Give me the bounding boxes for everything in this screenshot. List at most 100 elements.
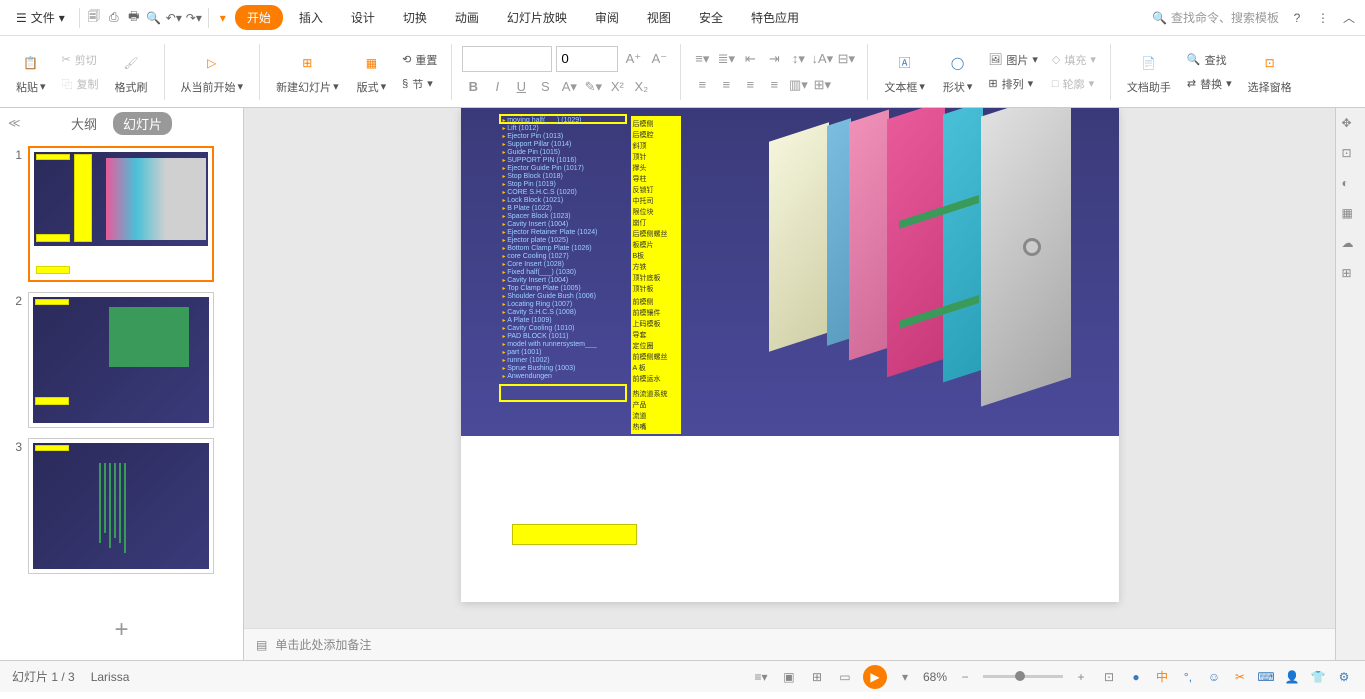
tab-transition[interactable]: 切换 — [391, 5, 439, 30]
align-right-button[interactable]: ≡ — [739, 74, 761, 96]
doc-helper-icon[interactable]: 📄 — [1135, 49, 1163, 77]
shirt-icon[interactable]: 👕 — [1309, 668, 1327, 686]
tab-security[interactable]: 安全 — [687, 5, 735, 30]
notes-view-icon[interactable]: ≡▾ — [751, 667, 771, 687]
tab-design[interactable]: 设计 — [339, 5, 387, 30]
keyboard-icon[interactable]: ⌨ — [1257, 668, 1275, 686]
zoom-in-button[interactable]: + — [1071, 667, 1091, 687]
sidebar-animation-icon[interactable]: ◐ — [1342, 176, 1360, 194]
shape-icon[interactable]: ◯ — [944, 49, 972, 77]
bold-button[interactable]: B — [462, 76, 484, 98]
section-button[interactable]: § 节 ▾ — [398, 74, 441, 94]
increase-font-icon[interactable]: A⁺ — [622, 48, 644, 70]
tab-insert[interactable]: 插入 — [287, 5, 335, 30]
underline-button[interactable]: U — [510, 76, 532, 98]
slideshow-dropdown[interactable]: ▾ — [895, 667, 915, 687]
reset-button[interactable]: ⟲ 重置 — [398, 50, 441, 70]
slideshow-button[interactable]: ▶ — [863, 665, 887, 689]
play-from-current-icon[interactable]: ▷ — [198, 49, 226, 77]
select-pane-icon[interactable]: ⊡ — [1256, 49, 1284, 77]
replace-button[interactable]: ⇄ 替换 ▾ — [1183, 74, 1236, 94]
line-spacing-button[interactable]: ↕▾ — [787, 48, 809, 70]
emoji-icon[interactable]: ☺ — [1205, 668, 1223, 686]
undo-icon[interactable]: ↶▾ — [166, 10, 182, 26]
sidebar-backup-icon[interactable]: ☁ — [1342, 236, 1360, 254]
cut-button[interactable]: ✂ 剪切 — [58, 50, 103, 70]
convert-smartart-button[interactable]: ⊞▾ — [811, 74, 833, 96]
zoom-out-button[interactable]: − — [955, 667, 975, 687]
outline-tab[interactable]: 大纲 — [71, 114, 97, 133]
sorter-view-icon[interactable]: ⊞ — [807, 667, 827, 687]
zoom-thumb[interactable] — [1015, 671, 1025, 681]
new-slide-label[interactable]: 新建幻灯片 ▾ — [276, 79, 339, 95]
save-icon[interactable]: 🗐 — [86, 10, 102, 26]
align-center-button[interactable]: ≡ — [715, 74, 737, 96]
find-button[interactable]: 🔍 查找 — [1183, 50, 1236, 70]
app-menu[interactable]: ☰ 文件 ▾ — [8, 5, 73, 30]
sidebar-template-icon[interactable]: ⊞ — [1342, 266, 1360, 284]
layout-icon[interactable]: ▦ — [357, 49, 385, 77]
numbering-button[interactable]: ≣▾ — [715, 48, 737, 70]
more-menu-icon[interactable]: ⋮ — [1315, 10, 1331, 26]
layout-label[interactable]: 版式 ▾ — [357, 79, 387, 95]
canvas-scroll[interactable]: moving half(___) (1029)Lift (1012)Ejecto… — [244, 108, 1335, 628]
tab-review[interactable]: 审阅 — [583, 5, 631, 30]
columns-button[interactable]: ▥▾ — [787, 74, 809, 96]
help-icon[interactable]: ? — [1289, 10, 1305, 26]
collapse-panel-icon[interactable]: ≪ — [8, 116, 21, 130]
search-hint[interactable]: 🔍 查找命令、搜索模板 — [1152, 9, 1279, 26]
size-select[interactable] — [556, 46, 618, 72]
outline-button[interactable]: □ 轮廓 ▾ — [1048, 74, 1100, 94]
increase-indent-button[interactable]: ⇥ — [763, 48, 785, 70]
tab-view[interactable]: 视图 — [635, 5, 683, 30]
slide[interactable]: moving half(___) (1029)Lift (1012)Ejecto… — [461, 108, 1119, 602]
redo-icon[interactable]: ↷▾ — [186, 10, 202, 26]
fill-button[interactable]: ◇ 填充 ▾ — [1048, 50, 1100, 70]
tab-special[interactable]: 特色应用 — [739, 5, 811, 30]
cloud-icon[interactable]: ● — [1127, 668, 1145, 686]
ime-icon[interactable]: 中 — [1153, 668, 1171, 686]
from-current-label[interactable]: 从当前开始 ▾ — [181, 79, 244, 95]
thumbnail-1[interactable] — [28, 146, 214, 282]
italic-button[interactable]: I — [486, 76, 508, 98]
arrange-button[interactable]: ⊞ 排列 ▾ — [984, 74, 1042, 94]
copy-button[interactable]: ⿻ 复制 — [58, 74, 103, 94]
print-icon[interactable]: 🖶 — [126, 10, 142, 26]
add-slide-button[interactable]: + — [0, 600, 243, 660]
more-icon[interactable]: ▾ — [215, 10, 231, 26]
reading-view-icon[interactable]: ▭ — [835, 667, 855, 687]
new-slide-icon[interactable]: ⊞ — [293, 49, 321, 77]
font-select[interactable] — [462, 46, 552, 72]
zoom-slider[interactable] — [983, 675, 1063, 678]
scissors-icon[interactable]: ✂ — [1231, 668, 1249, 686]
collapse-ribbon-icon[interactable]: ︿ — [1341, 10, 1357, 26]
print-preview-icon[interactable]: ⎙ — [106, 10, 122, 26]
paste-label[interactable]: 粘贴 ▾ — [16, 79, 46, 95]
sidebar-select-icon[interactable]: ⊡ — [1342, 146, 1360, 164]
punctuation-icon[interactable]: °, — [1179, 668, 1197, 686]
justify-button[interactable]: ≡ — [763, 74, 785, 96]
fit-window-button[interactable]: ⊡ — [1099, 667, 1119, 687]
highlight-button[interactable]: ✎▾ — [582, 76, 604, 98]
decrease-indent-button[interactable]: ⇤ — [739, 48, 761, 70]
thumbnail-2[interactable] — [28, 292, 214, 428]
textbox-icon[interactable]: 🄰 — [891, 49, 919, 77]
sidebar-gear-icon[interactable]: ✥ — [1342, 116, 1360, 134]
format-painter-icon[interactable]: 🖌 — [117, 49, 145, 77]
paste-icon[interactable]: 📋 — [17, 49, 45, 77]
image-button[interactable]: 🖼 图片 ▾ — [984, 50, 1042, 70]
preview-icon[interactable]: 🔍 — [146, 10, 162, 26]
decrease-font-icon[interactable]: A⁻ — [648, 48, 670, 70]
strike-button[interactable]: S — [534, 76, 556, 98]
tab-start[interactable]: 开始 — [235, 5, 283, 30]
align-text-button[interactable]: ⊟▾ — [835, 48, 857, 70]
font-color-button[interactable]: A▾ — [558, 76, 580, 98]
bullets-button[interactable]: ≡▾ — [691, 48, 713, 70]
settings-icon[interactable]: ⚙ — [1335, 668, 1353, 686]
user-icon[interactable]: 👤 — [1283, 668, 1301, 686]
align-left-button[interactable]: ≡ — [691, 74, 713, 96]
slides-tab[interactable]: 幻灯片 — [113, 112, 172, 135]
superscript-button[interactable]: X² — [606, 76, 628, 98]
sidebar-slide-icon[interactable]: ▦ — [1342, 206, 1360, 224]
normal-view-icon[interactable]: ▣ — [779, 667, 799, 687]
